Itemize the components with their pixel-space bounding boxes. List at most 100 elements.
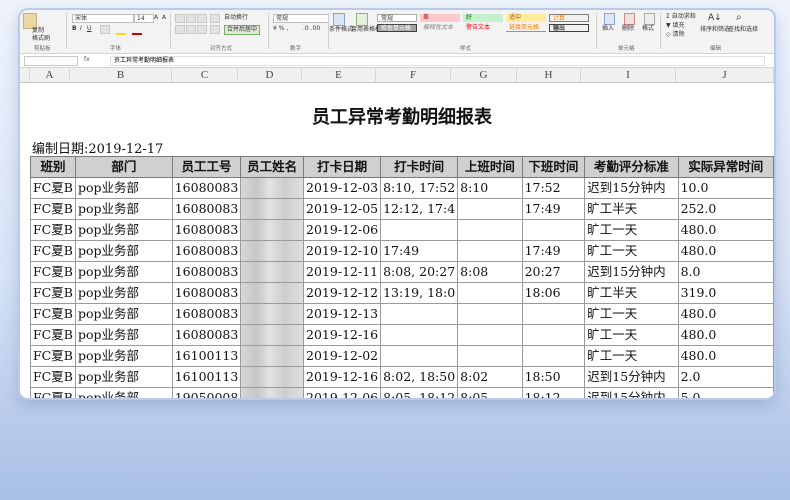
cell-start-time[interactable]: 8:05 — [457, 387, 523, 398]
header-end-time[interactable]: 下班时间 — [521, 156, 586, 178]
cell-punch-date[interactable]: 2019-12-16 — [303, 366, 382, 388]
cell-scoring-standard[interactable]: 迟到15分钟内 — [584, 366, 679, 388]
cell-actual-abnormal-time[interactable]: 319.0 — [677, 282, 774, 304]
clear-button[interactable]: ◇ 清除 — [666, 31, 685, 39]
cell-scoring-standard[interactable]: 旷工一天 — [584, 303, 679, 325]
style-neutral[interactable]: 适中 — [506, 14, 546, 22]
cell-department[interactable]: pop业务部 — [74, 219, 173, 241]
font-size-select[interactable]: 14 — [134, 14, 154, 23]
column-header-e[interactable]: E — [302, 68, 376, 83]
cell-department[interactable]: pop业务部 — [74, 177, 173, 199]
column-header-d[interactable]: D — [238, 68, 302, 83]
cell-scoring-standard[interactable]: 旷工一天 — [584, 345, 679, 367]
cell-actual-abnormal-time[interactable]: 2.0 — [677, 366, 774, 388]
cell-employee-name[interactable] — [240, 324, 305, 346]
delete-button[interactable]: 删除 — [622, 25, 634, 33]
cell-department[interactable]: pop业务部 — [74, 366, 173, 388]
align-middle-icon[interactable] — [186, 14, 196, 23]
cell-end-time[interactable]: 20:27 — [521, 261, 586, 283]
cell-actual-abnormal-time[interactable]: 480.0 — [677, 219, 774, 241]
cell-start-time[interactable] — [457, 240, 523, 262]
cell-employee-name[interactable] — [240, 345, 305, 367]
cell-end-time[interactable]: 17:52 — [521, 177, 586, 199]
column-header-i[interactable]: I — [581, 68, 676, 83]
cell-actual-abnormal-time[interactable]: 480.0 — [677, 345, 774, 367]
cell-start-time[interactable]: 8:10 — [457, 177, 523, 199]
style-good[interactable]: 好 — [463, 14, 503, 22]
align-bottom-icon[interactable] — [197, 14, 207, 23]
currency-icon[interactable]: ¥ % , — [273, 25, 288, 33]
cell-punch-time[interactable] — [380, 303, 459, 325]
cell-end-time[interactable] — [521, 324, 586, 346]
find-icon[interactable]: ⌕ — [736, 12, 742, 23]
cell-employee-name[interactable] — [240, 261, 305, 283]
header-department[interactable]: 部门 — [74, 156, 173, 178]
cell-end-time[interactable]: 18:06 — [521, 282, 586, 304]
cell-shift[interactable]: FC夏B — [30, 261, 76, 283]
cell-punch-date[interactable]: 2019-12-10 — [303, 240, 382, 262]
cell-employee-id[interactable]: 16080083 — [171, 303, 242, 325]
header-scoring-standard[interactable]: 考勤评分标准 — [584, 156, 679, 178]
cell-end-time[interactable]: 18:50 — [521, 366, 586, 388]
header-employee-id[interactable]: 员工工号 — [171, 156, 242, 178]
fx-icon[interactable]: fx — [84, 56, 90, 63]
cell-shift[interactable]: FC夏B — [30, 177, 76, 199]
cell-punch-date[interactable]: 2019-12-06 — [303, 219, 382, 241]
delete-icon[interactable] — [624, 13, 635, 25]
bold-button[interactable]: B — [72, 25, 77, 33]
sort-filter-icon[interactable]: A↓ — [708, 13, 722, 23]
cell-scoring-standard[interactable]: 迟到15分钟内 — [584, 387, 679, 398]
sort-filter-button[interactable]: 排序和筛选 — [700, 26, 730, 34]
cell-department[interactable]: pop业务部 — [74, 240, 173, 262]
cell-department[interactable]: pop业务部 — [74, 387, 173, 398]
cell-employee-name[interactable] — [240, 303, 305, 325]
cell-employee-id[interactable]: 16080083 — [171, 324, 242, 346]
column-header-h[interactable]: H — [517, 68, 581, 83]
align-right-icon[interactable] — [197, 25, 207, 34]
italic-button[interactable]: I — [80, 25, 82, 33]
cell-punch-time[interactable]: 8:08, 20:27 — [380, 261, 459, 283]
cell-shift[interactable]: FC夏B — [30, 387, 76, 398]
cell-punch-date[interactable]: 2019-12-03 — [303, 177, 382, 199]
cell-punch-time[interactable]: 8:02, 18:50 — [380, 366, 459, 388]
column-header-c[interactable]: C — [172, 68, 238, 83]
cell-end-time[interactable] — [521, 345, 586, 367]
cell-actual-abnormal-time[interactable]: 5.0 — [677, 387, 774, 398]
select-all-corner[interactable] — [20, 68, 30, 83]
style-link[interactable]: 链接单元格 — [506, 24, 546, 32]
column-header-a[interactable]: A — [30, 68, 70, 83]
number-format-select[interactable]: 常规 — [273, 14, 329, 23]
formula-input[interactable]: 员工异常考勤明细报表 — [110, 56, 765, 66]
cell-scoring-standard[interactable]: 旷工一天 — [584, 324, 679, 346]
cell-employee-name[interactable] — [240, 240, 305, 262]
cell-punch-time[interactable] — [380, 219, 459, 241]
cell-shift[interactable]: FC夏B — [30, 345, 76, 367]
name-box[interactable] — [24, 56, 78, 66]
header-start-time[interactable]: 上班时间 — [457, 156, 523, 178]
cell-punch-date[interactable]: 2019-12-16 — [303, 324, 382, 346]
cell-start-time[interactable] — [457, 345, 523, 367]
cell-employee-name[interactable] — [240, 387, 305, 398]
cell-punch-time[interactable]: 8:05, 18:12 — [380, 387, 459, 398]
cell-start-time[interactable]: 8:02 — [457, 366, 523, 388]
cell-punch-time[interactable]: 17:49 — [380, 240, 459, 262]
cell-punch-time[interactable]: 12:12, 17:4 — [380, 198, 459, 220]
align-top-icon[interactable] — [175, 14, 185, 23]
cell-employee-id[interactable]: 16080083 — [171, 177, 242, 199]
sheet-area[interactable]: 员工异常考勤明细报表 编制日期:2019-12-17 班别 部门 员工工号 员工… — [20, 83, 774, 398]
cell-scoring-standard[interactable]: 旷工半天 — [584, 198, 679, 220]
style-normal[interactable]: 常规 — [377, 14, 417, 22]
cell-scoring-standard[interactable]: 旷工一天 — [584, 219, 679, 241]
column-header-g[interactable]: G — [451, 68, 517, 83]
cell-employee-id[interactable]: 16100113 — [171, 366, 242, 388]
cell-punch-date[interactable]: 2019-12-05 — [303, 198, 382, 220]
header-employee-name[interactable]: 员工姓名 — [240, 156, 305, 178]
cell-punch-date[interactable]: 2019-12-11 — [303, 261, 382, 283]
cell-scoring-standard[interactable]: 迟到15分钟内 — [584, 261, 679, 283]
underline-button[interactable]: U — [87, 25, 91, 33]
wrap-text-button[interactable]: 自动换行 — [224, 14, 248, 22]
align-center-icon[interactable] — [186, 25, 196, 34]
cell-shift[interactable]: FC夏B — [30, 366, 76, 388]
cell-start-time[interactable] — [457, 198, 523, 220]
style-warning[interactable]: 警告文本 — [463, 24, 503, 32]
